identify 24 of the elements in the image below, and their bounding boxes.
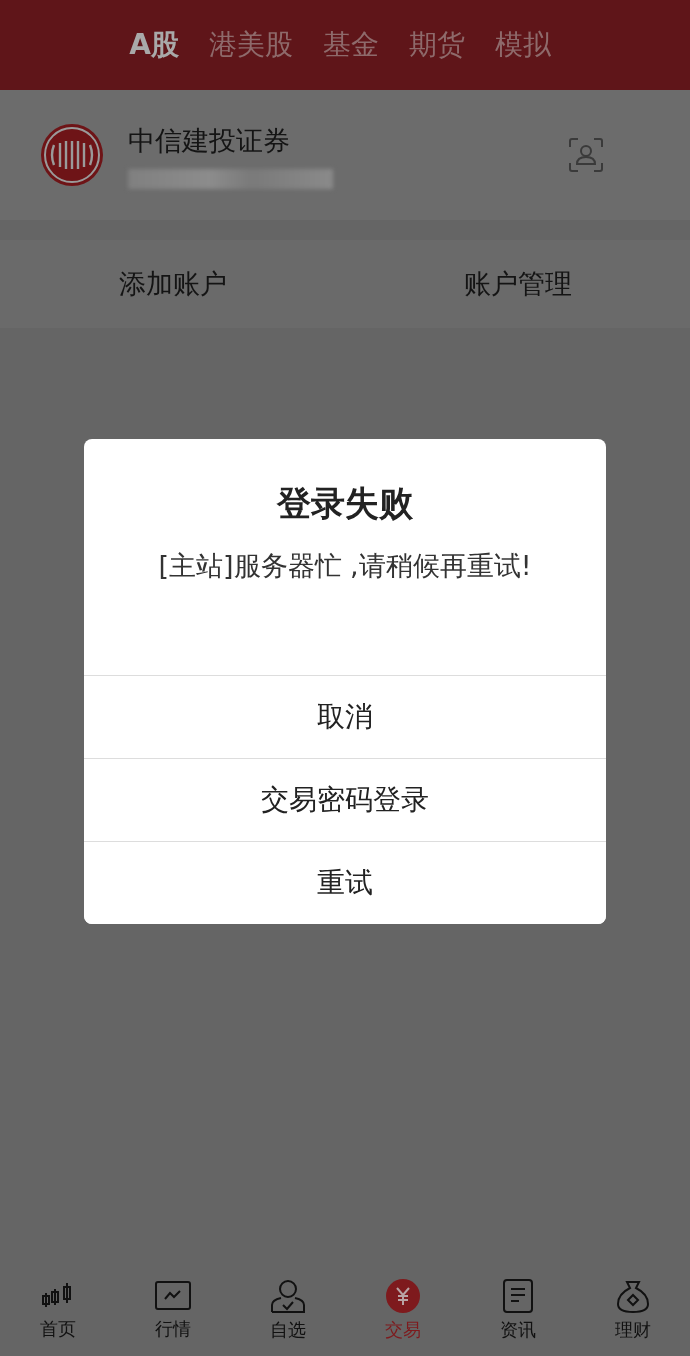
nav-tab[interactable]: 资讯: [460, 1278, 575, 1343]
nav-tab[interactable]: 行情: [115, 1279, 230, 1342]
market-tab[interactable]: A股: [129, 24, 179, 66]
nav-tab[interactable]: 首页: [0, 1279, 115, 1342]
face-id-icon[interactable]: [568, 137, 604, 173]
broker-logo-icon: [40, 123, 104, 187]
market-tab[interactable]: 港美股: [208, 24, 293, 66]
nav-tab[interactable]: 自选: [230, 1278, 345, 1343]
person-check-icon: [268, 1278, 307, 1314]
broker-name: 中信建投证券: [128, 123, 291, 158]
market-tab[interactable]: 模拟: [494, 24, 551, 66]
dialog-title: 登录失败: [275, 483, 414, 524]
yuan-coin-icon: [384, 1278, 421, 1314]
line-chart-icon: [153, 1279, 192, 1313]
nav-tab[interactable]: 理财: [575, 1278, 690, 1343]
account-action[interactable]: 添加账户: [0, 240, 345, 328]
dialog-button[interactable]: 重试: [84, 841, 606, 924]
money-bag-icon: [614, 1278, 651, 1314]
nav-tab[interactable]: 交易: [345, 1278, 460, 1343]
market-tab[interactable]: 期货: [408, 24, 465, 66]
market-tab[interactable]: 基金: [322, 24, 379, 66]
account-action[interactable]: 账户管理: [345, 240, 690, 328]
dialog-message: [主站]服务器忙 ,请稍候再重试!: [157, 548, 533, 583]
document-icon: [501, 1278, 534, 1314]
